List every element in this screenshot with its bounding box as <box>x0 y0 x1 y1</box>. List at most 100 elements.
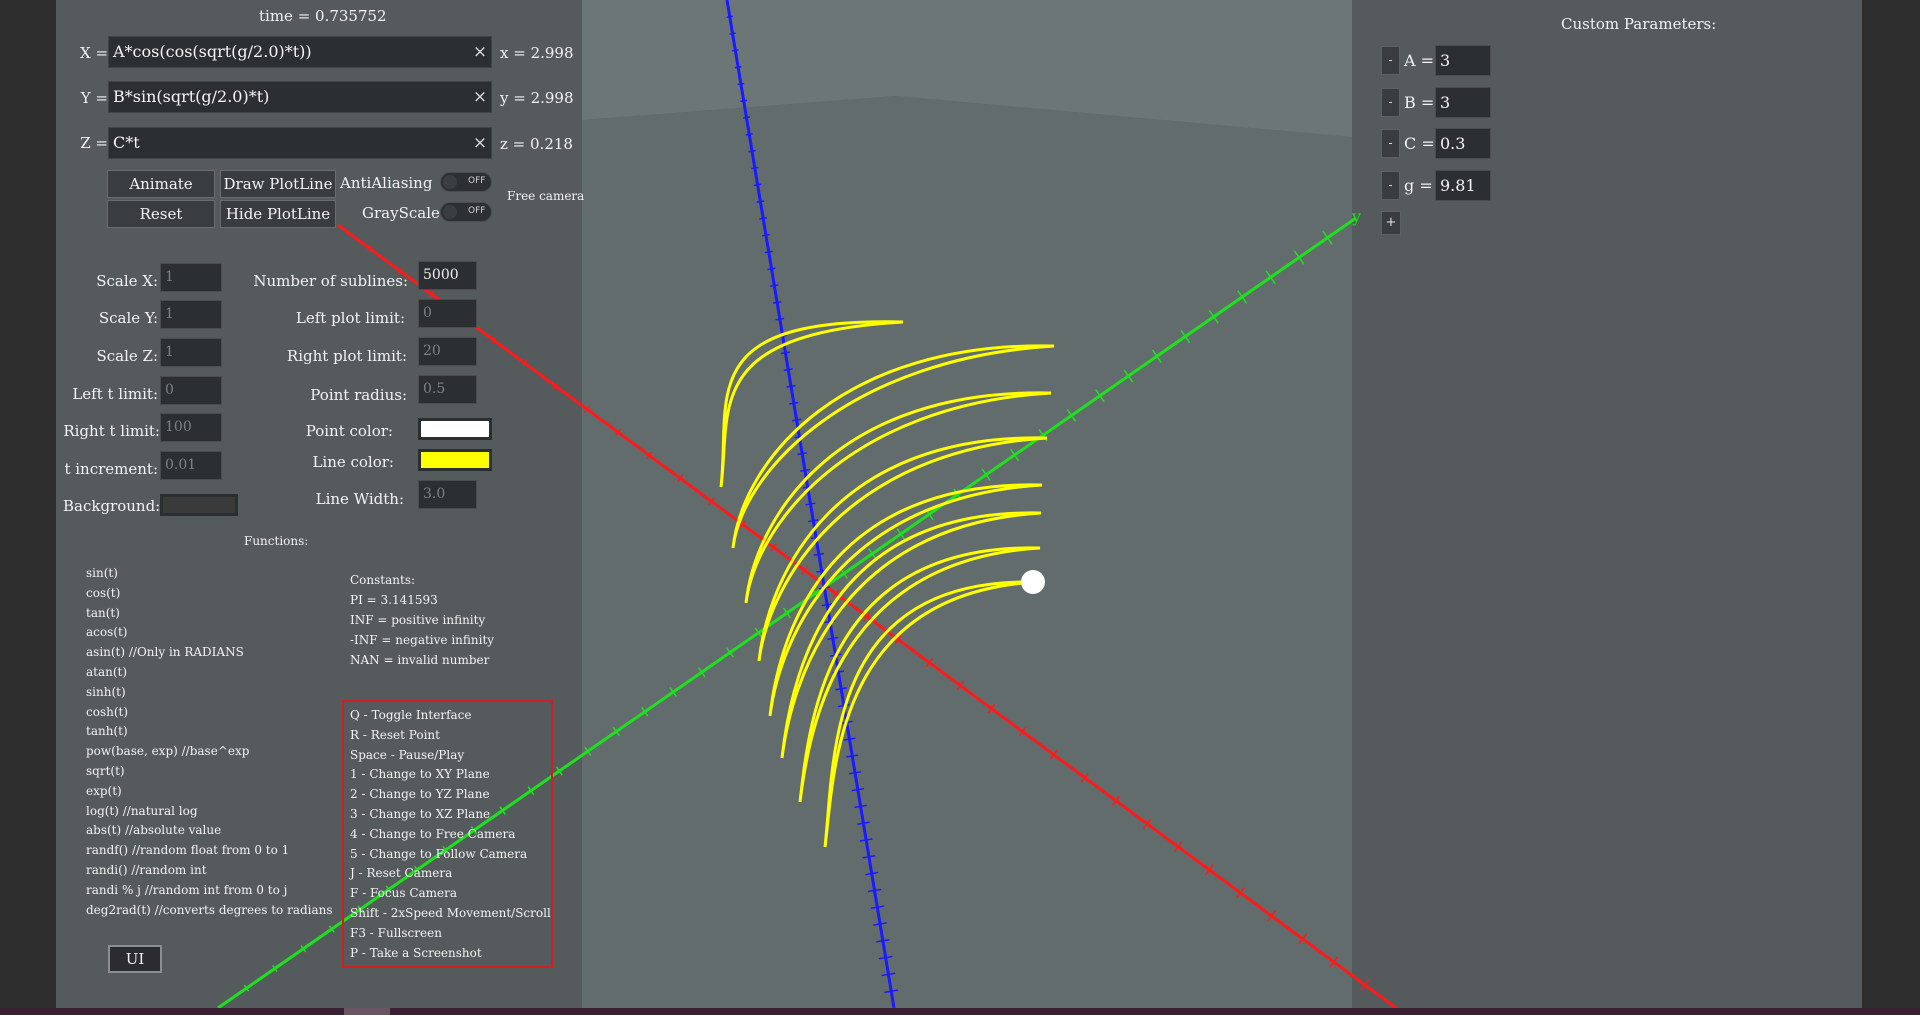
toggle-knob <box>443 205 457 219</box>
grayscale-label: GrayScale <box>362 204 440 222</box>
function-item: deg2rad(t) //converts degrees to radians <box>86 902 333 917</box>
line-width-input[interactable]: 3.0 <box>418 480 477 509</box>
scale-y-input[interactable]: 1 <box>160 300 222 329</box>
parameter-value-input[interactable]: 3 <box>1435 86 1491 118</box>
remove-parameter-button[interactable]: - <box>1381 46 1400 75</box>
right-plot-limit-input[interactable]: 20 <box>418 337 477 366</box>
z-axis-tick <box>732 49 739 52</box>
shortcut-item: Space - Pause/Play <box>350 747 465 762</box>
constant-item: PI = 3.141593 <box>350 593 438 607</box>
y-equation-label: Y = <box>80 89 108 107</box>
function-item: log(t) //natural log <box>86 803 198 818</box>
reset-button[interactable]: Reset <box>107 200 215 228</box>
x-equation-input[interactable]: A*cos(cos(sqrt(g/2.0)*t)) <box>108 36 492 68</box>
function-item: tan(t) <box>86 605 120 620</box>
parameter-name: C = <box>1404 134 1435 153</box>
camera-mode-label: Free camera <box>507 189 585 203</box>
function-item: asin(t) //Only in RADIANS <box>86 645 244 660</box>
left-t-limit-input[interactable]: 0 <box>160 376 222 405</box>
antialiasing-label: AntiAliasing <box>340 174 433 192</box>
function-item: acos(t) <box>86 625 128 640</box>
shortcut-item: 2 - Change to YZ Plane <box>350 787 490 802</box>
animated-point <box>1021 570 1045 594</box>
t-increment-label: t increment: <box>64 460 158 478</box>
y-clear-icon[interactable]: × <box>470 87 490 107</box>
remove-parameter-button[interactable]: - <box>1381 87 1400 117</box>
point-color-picker[interactable] <box>418 418 492 440</box>
parameter-name: B = <box>1404 92 1435 112</box>
right-t-limit-input[interactable]: 100 <box>160 413 222 442</box>
shortcut-item: J - Reset Camera <box>350 866 453 881</box>
right-plot-limit-label: Right plot limit: <box>286 347 407 365</box>
line-color-label: Line color: <box>312 453 394 471</box>
parameter-name: g = <box>1404 175 1433 195</box>
custom-parameters-title: Custom Parameters: <box>1561 15 1717 33</box>
function-item: pow(base, exp) //base^exp <box>86 744 250 759</box>
shortcut-item: R - Reset Point <box>350 727 440 742</box>
toggle-state: OFF <box>468 176 486 186</box>
constant-item: NAN = invalid number <box>350 653 490 667</box>
line-color-picker[interactable] <box>418 449 492 471</box>
background-label: Background: <box>63 497 161 515</box>
animate-button[interactable]: Animate <box>107 170 215 198</box>
function-item: exp(t) <box>86 783 122 798</box>
remove-parameter-button[interactable]: - <box>1381 129 1400 158</box>
constants-title: Constants: <box>350 573 416 587</box>
point-radius-label: Point radius: <box>310 386 407 404</box>
function-item: randf() //random float from 0 to 1 <box>86 843 290 858</box>
x-equation-label: X = <box>80 44 109 62</box>
right-t-limit-label: Right t limit: <box>63 422 160 440</box>
function-item: randi() //random int <box>86 863 207 877</box>
function-item: cosh(t) <box>86 704 129 719</box>
draw-plotline-button[interactable]: Draw PlotLine <box>220 170 336 198</box>
point-color-label: Point color: <box>305 422 393 440</box>
parameter-value-input[interactable]: 0.3 <box>1435 128 1491 159</box>
sublines-input[interactable]: 5000 <box>418 261 477 290</box>
left-plot-limit-input[interactable]: 0 <box>418 299 477 328</box>
scale-z-input[interactable]: 1 <box>160 338 222 367</box>
function-item: cos(t) <box>86 585 121 600</box>
shortcut-item: 1 - Change to XY Plane <box>350 767 490 782</box>
shortcut-item: 3 - Change to XZ Plane <box>350 807 491 821</box>
parameter-value-input[interactable]: 9.81 <box>1435 169 1491 201</box>
background-color-picker[interactable] <box>160 494 238 516</box>
scale-x-input[interactable]: 1 <box>160 263 222 292</box>
hide-plotline-button[interactable]: Hide PlotLine <box>220 200 336 228</box>
x-clear-icon[interactable]: × <box>470 42 490 62</box>
sublines-label: Number of sublines: <box>253 272 408 290</box>
grayscale-toggle[interactable]: OFF <box>440 202 492 222</box>
toggle-knob <box>443 175 457 189</box>
taskbar-strip <box>0 1008 1920 1015</box>
z-equation-label: Z = <box>80 134 108 152</box>
remove-parameter-button[interactable]: - <box>1381 170 1400 200</box>
left-t-limit-label: Left t limit: <box>72 385 158 403</box>
shortcut-item: F - Focus Camera <box>350 886 458 901</box>
add-parameter-button[interactable]: + <box>1381 211 1401 235</box>
time-readout: time = 0.735752 <box>259 7 387 25</box>
constant-item: INF = positive infinity <box>350 613 486 627</box>
antialiasing-toggle[interactable]: OFF <box>440 172 492 192</box>
z-clear-icon[interactable]: × <box>470 133 490 153</box>
parameter-name: A = <box>1404 51 1435 70</box>
y-axis-label: y <box>1351 207 1361 226</box>
function-item: sinh(t) <box>86 684 126 699</box>
shortcut-item: 4 - Change to Free Camera <box>350 826 516 841</box>
function-item: abs(t) //absolute value <box>86 823 222 838</box>
y-equation-input[interactable]: B*sin(sqrt(g/2.0)*t) <box>108 81 492 113</box>
z-equation-input[interactable]: C*t <box>108 127 492 159</box>
function-item: atan(t) <box>86 665 128 679</box>
shortcut-item: Q - Toggle Interface <box>350 708 472 722</box>
z-axis-tick <box>726 15 733 19</box>
y-value-readout: y = 2.998 <box>500 89 574 107</box>
t-increment-input[interactable]: 0.01 <box>160 451 222 480</box>
toggle-state: OFF <box>468 206 486 216</box>
constant-item: -INF = negative infinity <box>350 633 495 647</box>
shortcut-item: P - Take a Screenshot <box>350 945 482 960</box>
scale-y-label: Scale Y: <box>98 309 158 327</box>
parameter-value-input[interactable]: 3 <box>1435 45 1491 76</box>
ui-toggle-button[interactable]: UI <box>108 945 162 973</box>
z-value-readout: z = 0.218 <box>500 135 573 153</box>
function-item: sqrt(t) <box>86 764 125 778</box>
point-radius-input[interactable]: 0.5 <box>418 375 477 404</box>
taskbar-item[interactable] <box>344 1008 390 1015</box>
